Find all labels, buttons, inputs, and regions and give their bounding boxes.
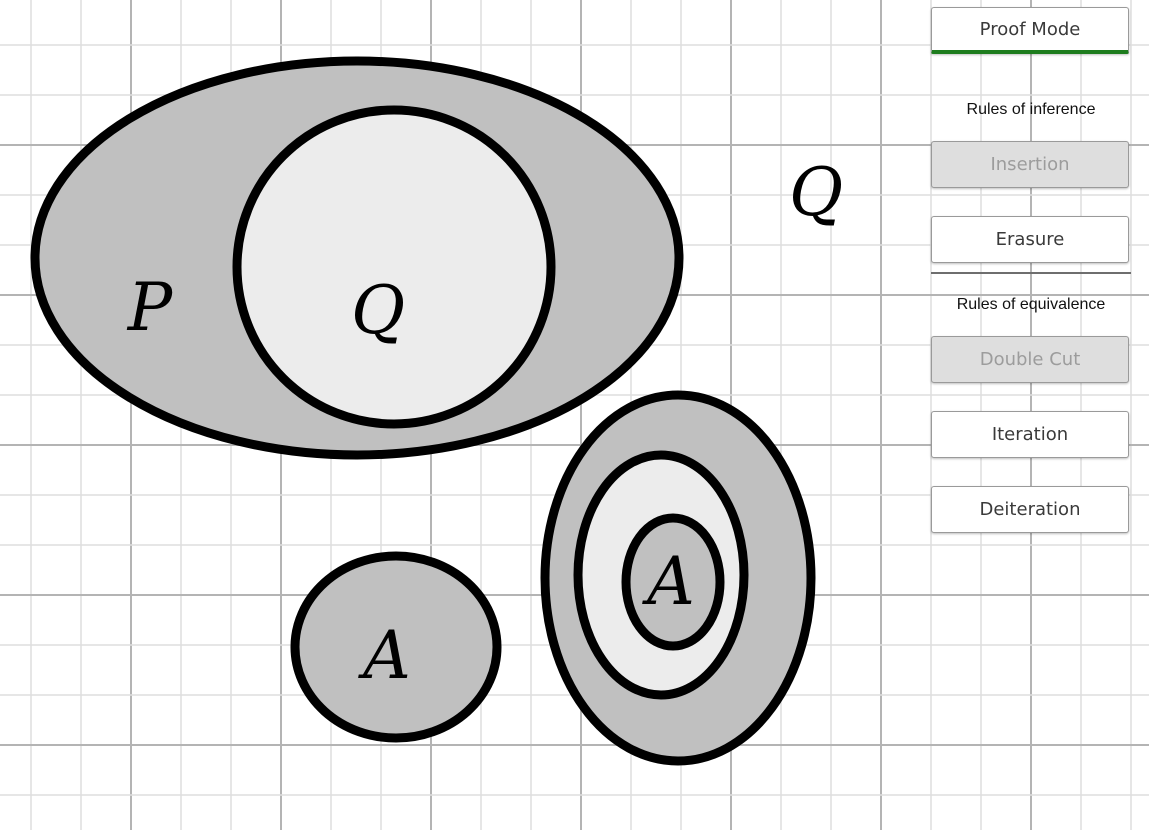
- label-q-standalone[interactable]: Q: [789, 154, 843, 231]
- double-cut-button[interactable]: Double Cut: [931, 336, 1129, 383]
- erasure-button[interactable]: Erasure: [931, 216, 1129, 263]
- section-divider: [931, 272, 1131, 274]
- equivalence-header: Rules of equivalence: [956, 296, 1106, 313]
- iteration-button[interactable]: Iteration: [931, 411, 1129, 458]
- deiteration-button[interactable]: Deiteration: [931, 486, 1129, 533]
- insertion-button[interactable]: Insertion: [931, 141, 1129, 188]
- label-a-nested[interactable]: A: [641, 543, 695, 620]
- cut-inner-q[interactable]: [232, 105, 556, 429]
- label-q-inner[interactable]: Q: [351, 272, 405, 349]
- rules-panel: Proof Mode Rules of inference Insertion …: [931, 0, 1131, 540]
- label-p[interactable]: P: [127, 269, 174, 346]
- label-a-single[interactable]: A: [357, 617, 411, 694]
- inference-header: Rules of inference: [966, 101, 1096, 118]
- proof-mode-button[interactable]: Proof Mode: [931, 7, 1129, 54]
